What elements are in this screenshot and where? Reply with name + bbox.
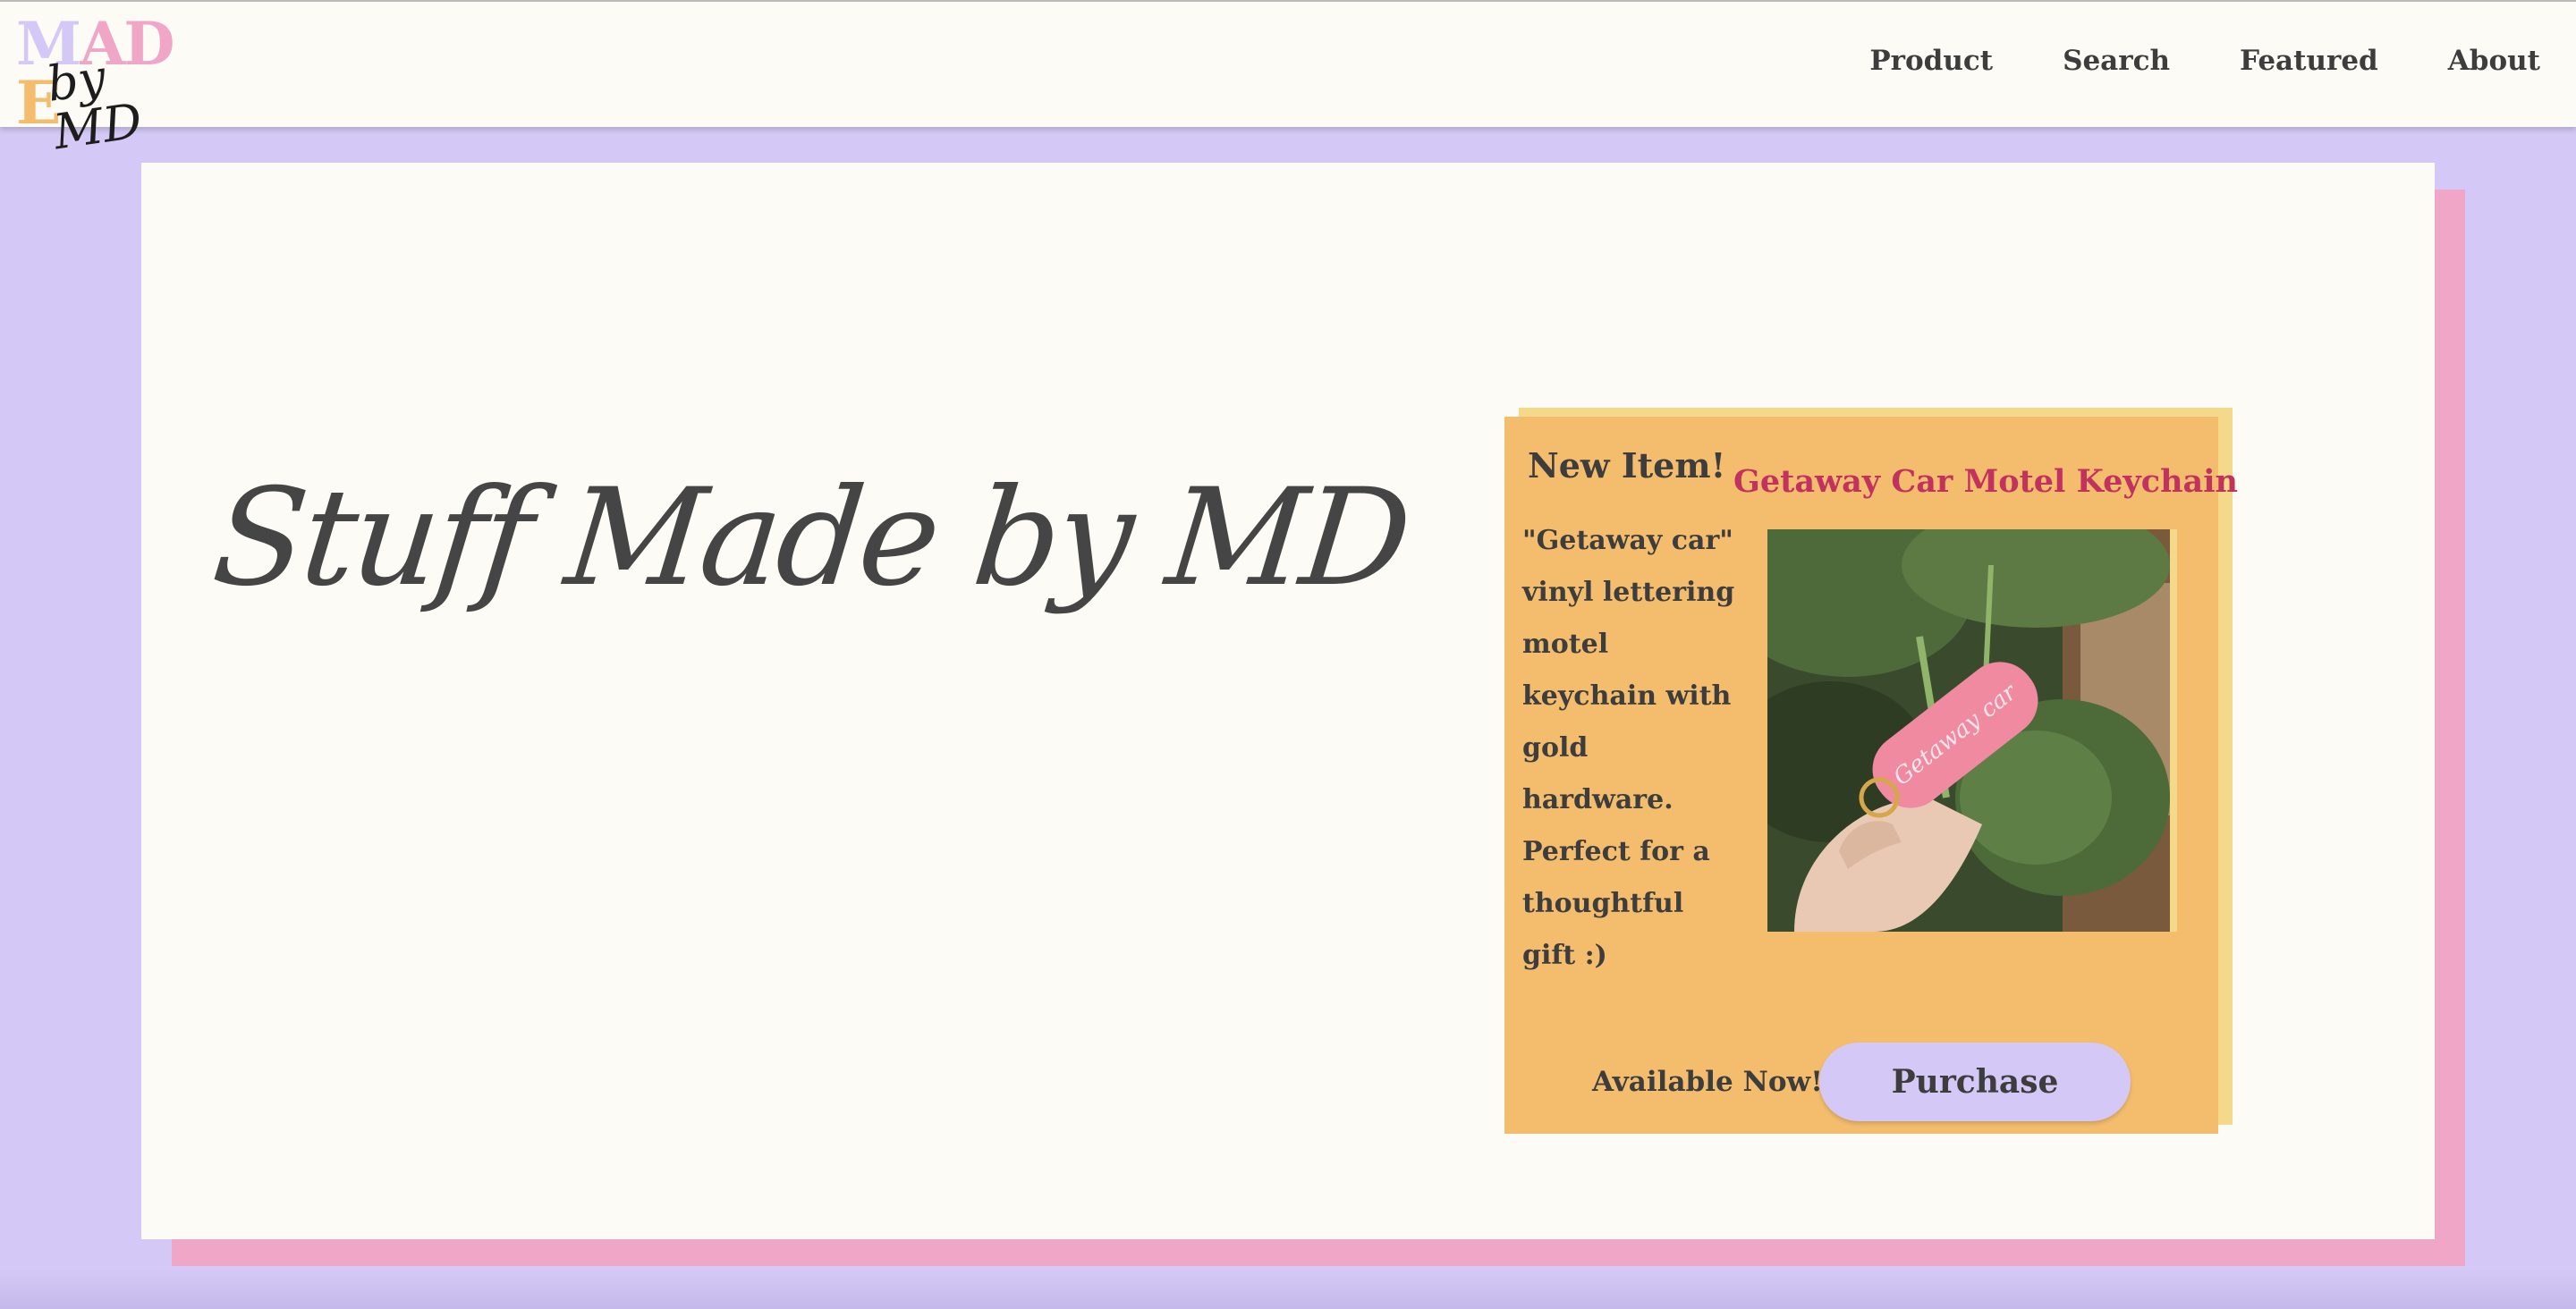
brand-logo[interactable]: MADE by MD bbox=[16, 14, 204, 160]
page-bottom-fade bbox=[0, 1270, 2576, 1309]
hero-title: Stuff Made by MD bbox=[206, 460, 1415, 616]
availability-label: Available Now! bbox=[1592, 1066, 1823, 1098]
purchase-button[interactable]: Purchase bbox=[1819, 1043, 2131, 1121]
new-item-badge: New Item! bbox=[1528, 445, 1726, 486]
top-navbar: MADE by MD Product Search Featured About bbox=[0, 0, 2576, 160]
product-description: "Getaway car" vinyl lettering motel keyc… bbox=[1522, 525, 1735, 971]
logo-signature: by MD bbox=[43, 48, 146, 161]
nav-about[interactable]: About bbox=[2448, 45, 2540, 77]
nav-product[interactable]: Product bbox=[1869, 45, 1993, 77]
featured-item-card: New Item! Getaway Car Motel Keychain "Ge… bbox=[1504, 417, 2238, 1134]
product-title[interactable]: Getaway Car Motel Keychain bbox=[1733, 463, 2238, 500]
main-nav: Product Search Featured About bbox=[1869, 45, 2540, 77]
nav-search[interactable]: Search bbox=[2063, 45, 2170, 77]
nav-featured[interactable]: Featured bbox=[2240, 45, 2378, 77]
product-photo[interactable]: Getaway car bbox=[1767, 529, 2170, 932]
